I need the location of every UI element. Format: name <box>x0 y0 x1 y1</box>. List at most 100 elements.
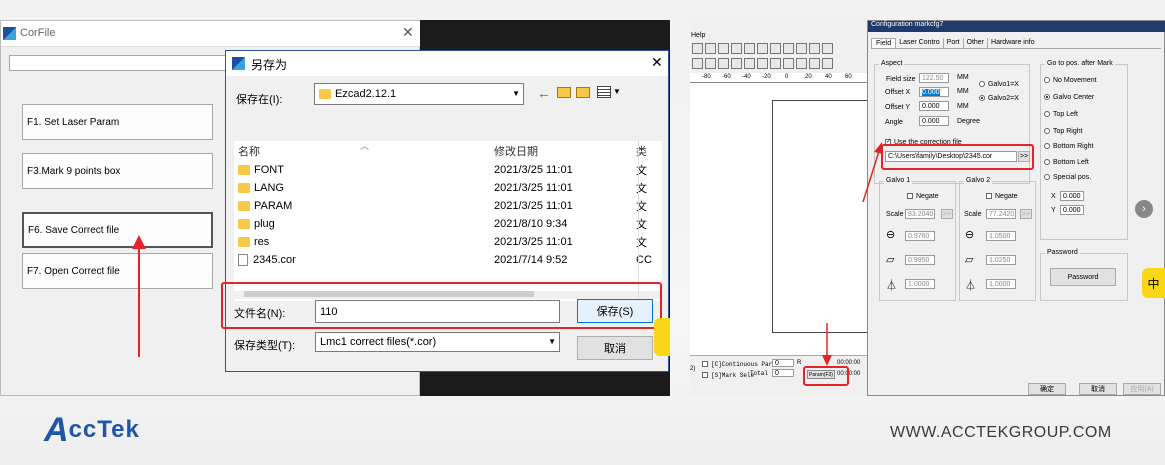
shape-tool-icon[interactable] <box>757 58 768 69</box>
pos-no-movement[interactable]: No Movement <box>1044 77 1097 84</box>
shape-tool-icon[interactable] <box>718 58 729 69</box>
align-tool-icon[interactable] <box>731 43 742 54</box>
galvo1-val2-input[interactable]: 0.9950 <box>905 255 935 265</box>
vertical-scrollbar[interactable] <box>638 141 639 301</box>
col-date[interactable]: 修改日期 <box>494 143 636 159</box>
save-in-select[interactable]: Ezcad2.12.1 ▼ <box>314 83 524 105</box>
shape-tool-icon[interactable] <box>822 58 833 69</box>
cancel-button[interactable]: 取消 <box>577 336 653 360</box>
galvo1-scale-input[interactable]: 83.2040 <box>905 209 935 219</box>
pos-bottom-left[interactable]: Bottom Left <box>1044 159 1089 166</box>
copy-tool-icon[interactable] <box>757 43 768 54</box>
pos-top-right[interactable]: Top Right <box>1044 128 1083 135</box>
back-arrow-icon[interactable]: ← <box>537 85 551 101</box>
chevron-down-icon[interactable]: ▼ <box>613 87 621 96</box>
tab-laser-control[interactable]: Laser Contro <box>896 38 944 48</box>
folder-icon <box>238 183 250 193</box>
apply-button[interactable]: 应用(A) <box>1123 383 1161 395</box>
mark-sele-checkbox[interactable] <box>702 372 708 378</box>
file-row[interactable]: 2345.cor 2021/7/14 9:52 CC <box>234 251 662 269</box>
view-menu-icon[interactable] <box>597 86 611 98</box>
zoom-out-icon[interactable] <box>796 43 807 54</box>
filetype-select[interactable]: Lmc1 correct files(*.cor) ▼ <box>315 332 560 352</box>
website-url: WWW.ACCTEKGROUP.COM <box>890 424 1112 441</box>
galvo2-val1-input[interactable]: 1.0500 <box>986 231 1016 241</box>
file-row[interactable]: FONT 2021/3/25 11:01 文 <box>234 161 662 179</box>
open-correct-file-button[interactable]: F7. Open Correct file <box>22 253 213 289</box>
brand-logo-rest: ccTek <box>68 416 140 443</box>
file-row[interactable]: res 2021/3/25 11:01 文 <box>234 233 662 251</box>
close-icon[interactable]: ✕ <box>402 24 414 41</box>
shape-tool-icon[interactable] <box>796 58 807 69</box>
tab-other[interactable]: Other <box>964 38 989 48</box>
save-correct-file-button[interactable]: F6. Save Correct file <box>22 212 213 248</box>
pos-top-left[interactable]: Top Left <box>1044 111 1078 118</box>
galvo2-scale-button[interactable]: >> <box>1020 209 1032 219</box>
node-tool-icon[interactable] <box>705 43 716 54</box>
pos-galvo-center[interactable]: Galvo Center <box>1044 94 1094 101</box>
file-row[interactable]: PARAM 2021/3/25 11:01 文 <box>234 197 662 215</box>
chevron-down-icon: ▼ <box>548 337 556 346</box>
app-logo-icon <box>3 27 16 40</box>
new-folder-icon[interactable] <box>576 87 590 98</box>
close-icon[interactable]: ✕ <box>651 54 663 71</box>
select-tool-icon[interactable] <box>692 43 703 54</box>
tab-hardware-info[interactable]: Hardware info <box>988 38 1038 48</box>
pos-bottom-right[interactable]: Bottom Right <box>1044 143 1093 150</box>
galvo1x-radio[interactable]: Galvo1=X <box>979 81 1019 88</box>
ruler-label: 20 <box>805 74 812 80</box>
cancel-button[interactable]: 取消 <box>1079 383 1117 395</box>
galvo1-val3-input[interactable]: 1.0000 <box>905 279 935 289</box>
tab-field[interactable]: Field <box>871 38 897 48</box>
special-x-input[interactable]: 0.000 <box>1060 191 1084 201</box>
pos-special[interactable]: Special pos. <box>1044 174 1091 181</box>
set-laser-param-button[interactable]: F1. Set Laser Param <box>22 104 213 140</box>
mark-sele-label: [S]Mark Sele <box>711 372 755 379</box>
galvo2-scale-input[interactable]: 77.2420 <box>986 209 1016 219</box>
shape-tool-icon[interactable] <box>744 58 755 69</box>
field-size-input[interactable]: 122.50 <box>919 73 949 83</box>
up-folder-icon[interactable] <box>557 87 571 98</box>
special-y-input[interactable]: 0.000 <box>1060 205 1084 215</box>
offset-x-value: 0.000 <box>922 88 940 96</box>
offset-y-input[interactable]: 0.000 <box>919 101 949 111</box>
save-in-value: Ezcad2.12.1 <box>335 88 397 100</box>
cut-tool-icon[interactable] <box>744 43 755 54</box>
password-button[interactable]: Password <box>1050 268 1116 286</box>
part-field[interactable]: 0 <box>772 359 794 367</box>
filename-input[interactable]: 110 <box>315 300 560 323</box>
ok-button[interactable]: 确定 <box>1028 383 1066 395</box>
shape-tool-icon[interactable] <box>770 58 781 69</box>
shape-tool-icon[interactable] <box>731 58 742 69</box>
file-row[interactable]: LANG 2021/3/25 11:01 文 <box>234 179 662 197</box>
folder-icon <box>238 237 250 247</box>
barrel-icon: ⊖ <box>965 229 975 241</box>
total-field[interactable]: 0 <box>772 369 794 377</box>
galvo2-negate-checkbox[interactable]: Negate <box>986 193 1018 200</box>
galvo1-negate-checkbox[interactable]: Negate <box>907 193 939 200</box>
continuous-part-checkbox[interactable] <box>702 361 708 367</box>
galvo2x-radio[interactable]: Galvo2=X <box>979 95 1019 102</box>
menu-help[interactable]: Help <box>691 32 705 39</box>
mark-9-points-button[interactable]: F3.Mark 9 points box <box>22 153 213 189</box>
galvo1-val1-input[interactable]: 0.9760 <box>905 231 935 241</box>
shape-tool-icon[interactable] <box>809 58 820 69</box>
file-list: 名称 修改日期 类 ︿ FONT 2021/3/25 11:01 文 LANG 2021… <box>234 141 662 301</box>
paste-tool-icon[interactable] <box>770 43 781 54</box>
galvo2-val2-input[interactable]: 1.0250 <box>986 255 1016 265</box>
shape-tool-icon[interactable] <box>705 58 716 69</box>
file-row[interactable]: plug 2021/8/10 9:34 文 <box>234 215 662 233</box>
zoom-fit-icon[interactable] <box>809 43 820 54</box>
next-arrow-icon[interactable]: › <box>1135 200 1153 218</box>
galvo1-scale-button[interactable]: >> <box>941 209 953 219</box>
offset-x-input[interactable]: 0.000 <box>919 87 949 97</box>
zoom-in-icon[interactable] <box>783 43 794 54</box>
shape-tool-icon[interactable] <box>692 58 703 69</box>
shape-tool-icon[interactable] <box>783 58 794 69</box>
angle-input[interactable]: 0.000 <box>919 116 949 126</box>
tab-port[interactable]: Port <box>944 38 964 48</box>
zoom-all-icon[interactable] <box>822 43 833 54</box>
galvo2-val3-input[interactable]: 1.0000 <box>986 279 1016 289</box>
save-button[interactable]: 保存(S) <box>577 299 653 323</box>
grid-tool-icon[interactable] <box>718 43 729 54</box>
